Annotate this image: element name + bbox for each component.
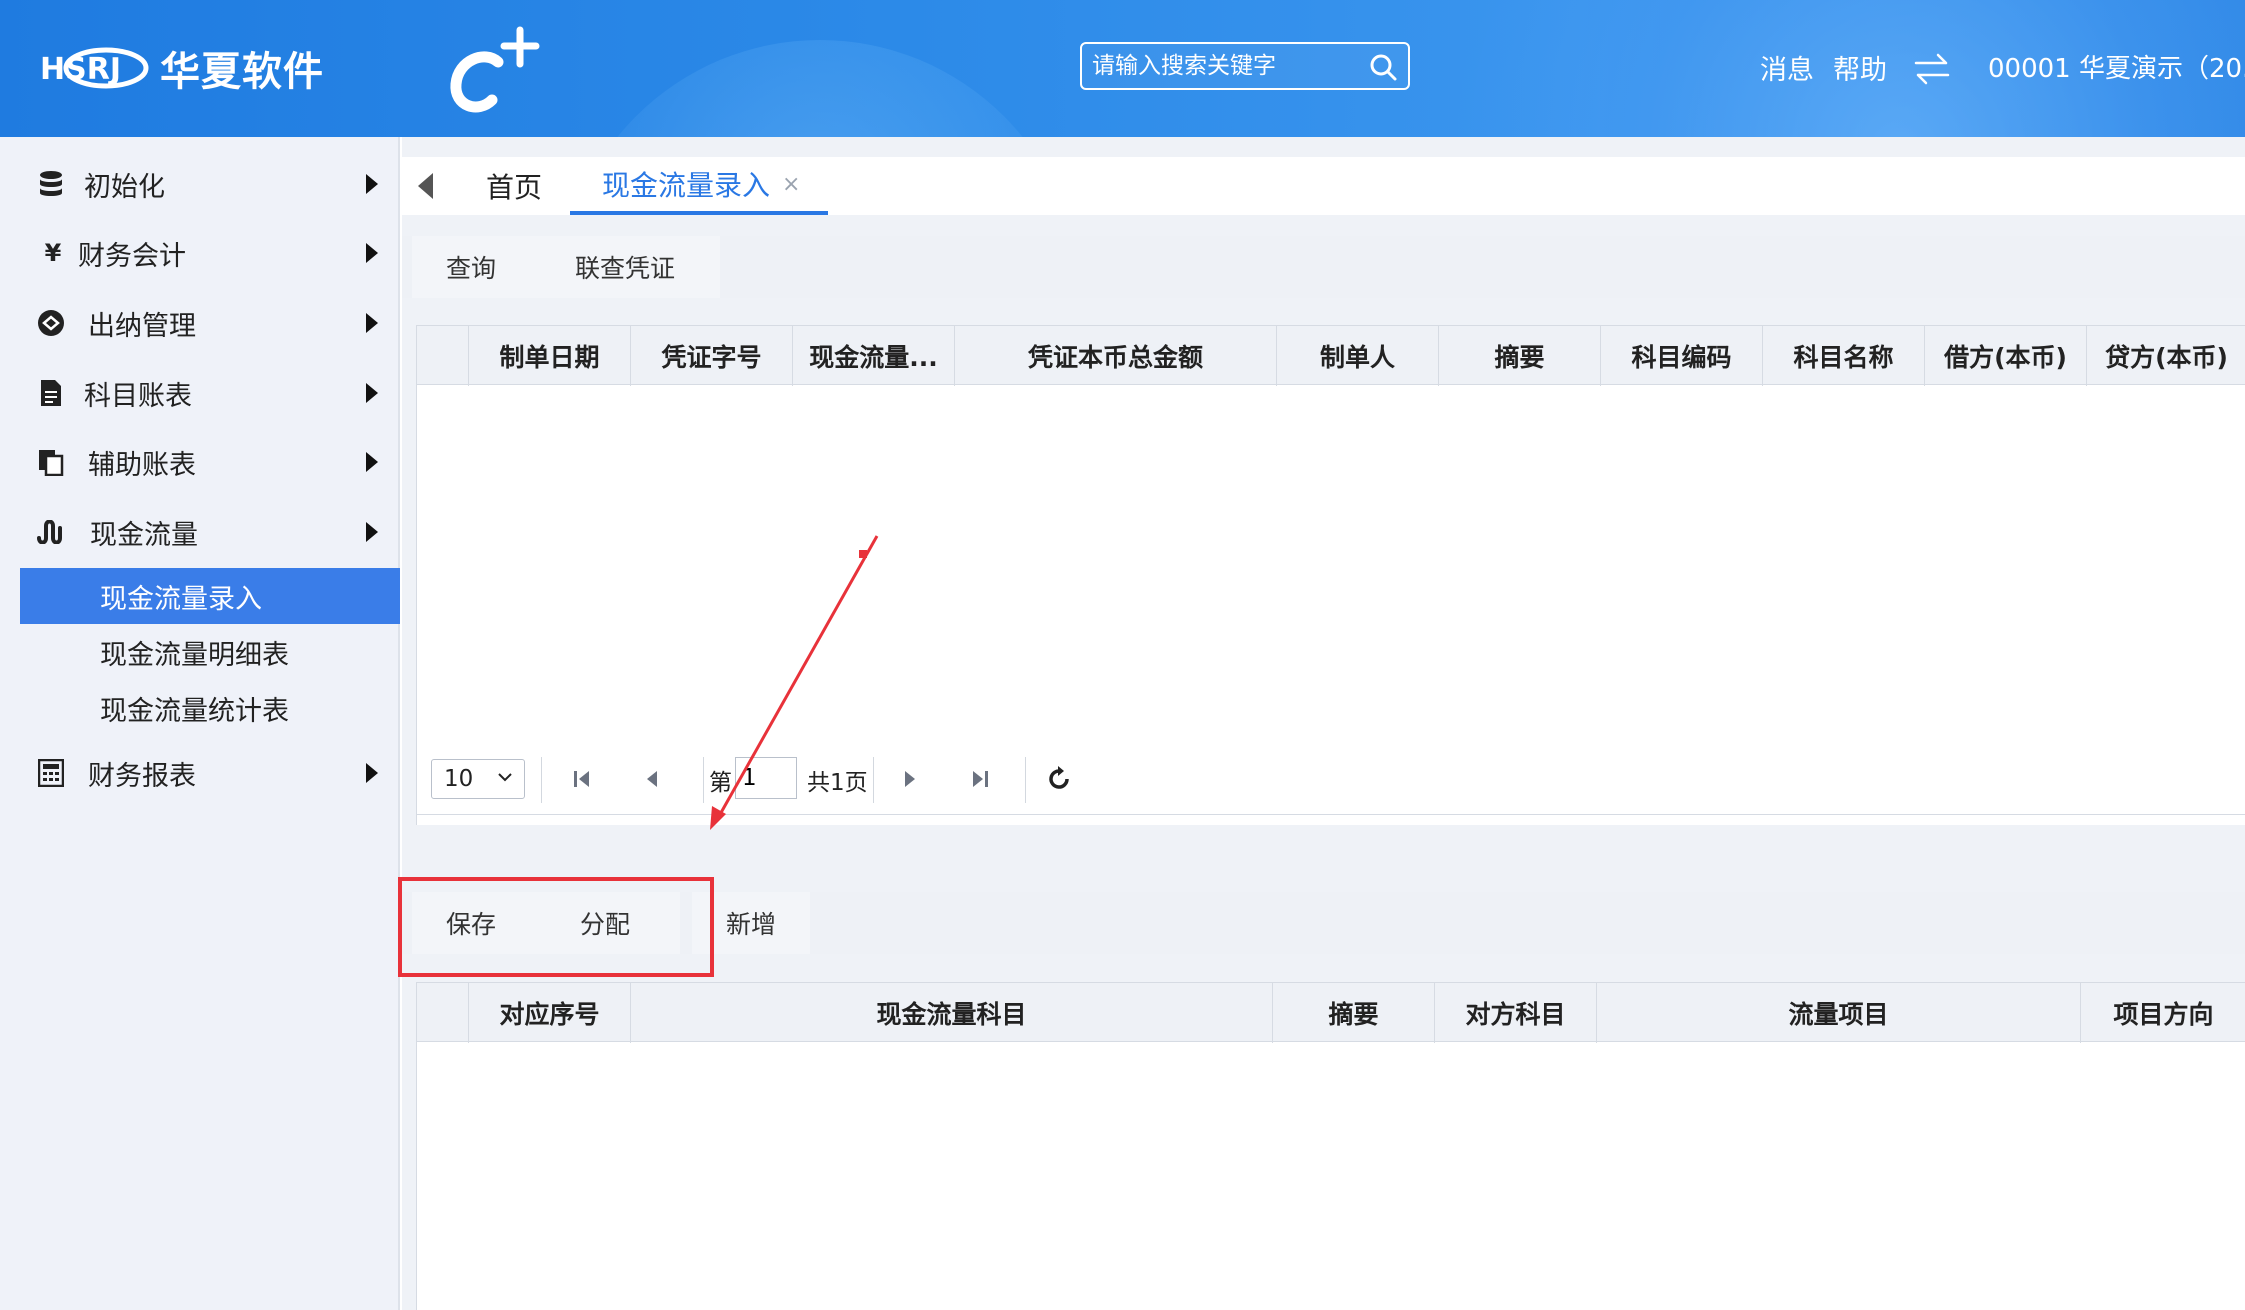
column-header[interactable]: 科目名称 <box>1763 326 1925 386</box>
column-header[interactable]: 制单人 <box>1277 326 1439 386</box>
column-header[interactable]: 凭证本币总金额 <box>955 326 1277 386</box>
top-header: HSRJ 华夏软件 消息 帮助 00001 华夏演示（20... <box>0 0 2245 137</box>
tab-scroll-left-icon[interactable] <box>418 173 433 199</box>
global-search[interactable] <box>1080 42 1410 90</box>
tab-home[interactable]: 首页 <box>486 157 542 215</box>
sidebar-item-label: 初始化 <box>84 171 165 203</box>
caret-right-icon <box>366 522 378 542</box>
column-header[interactable]: 摘要 <box>1439 326 1601 386</box>
pager-divider <box>703 757 704 803</box>
column-header[interactable]: 对应序号 <box>469 983 631 1043</box>
caret-right-icon <box>366 313 378 333</box>
page-size-select[interactable]: 10 <box>431 759 525 799</box>
column-header[interactable]: 对方科目 <box>1435 983 1597 1043</box>
tab-label: 现金流量录入 <box>602 169 771 202</box>
pager-divider <box>541 757 542 803</box>
sidebar-item-cash-flow[interactable]: 现金流量 <box>0 502 400 562</box>
messages-link[interactable]: 消息 <box>1760 48 1814 87</box>
linked-voucher-button[interactable]: 联查凭证 <box>530 236 720 298</box>
pagination-bar: 10 第 共1页 <box>417 745 2245 815</box>
sidebar-item-label: 出纳管理 <box>88 310 196 342</box>
caret-right-icon <box>366 383 378 403</box>
column-header[interactable]: 现金流量科目 <box>631 983 1273 1043</box>
first-page-icon[interactable] <box>567 763 597 795</box>
current-user[interactable]: 00001 华夏演示（20... <box>1988 48 2245 85</box>
header-glow-decoration <box>560 40 1080 137</box>
sidebar-subitem-label: 现金流量明细表 <box>100 639 289 671</box>
sidebar-nav: 初始化 ¥ 财务会计 出纳管理 科目账表 辅助账表 现金流量 现金流量录入 现金… <box>0 137 400 1310</box>
tab-label: 首页 <box>486 171 543 204</box>
annotation-highlight-box <box>398 877 714 977</box>
sidebar-subitem-cash-flow-detail[interactable]: 现金流量明细表 <box>20 624 400 680</box>
query-button[interactable]: 查询 <box>412 236 530 298</box>
next-page-icon[interactable] <box>895 763 925 795</box>
allocation-grid-header: 对应序号 现金流量科目 摘要 对方科目 流量项目 项目方向 <box>417 982 2245 1043</box>
main-content: 首页 现金流量录入 × 查询 联查凭证 制单日期 凭证字号 现金流量... 凭证… <box>402 137 2245 1310</box>
column-header[interactable]: 借方(本币) <box>1925 326 2087 386</box>
sidebar-item-label: 科目账表 <box>84 380 192 412</box>
sidebar-item-aux-ledger[interactable]: 辅助账表 <box>0 432 400 492</box>
previous-page-icon[interactable] <box>637 763 667 795</box>
yen-icon: ¥ <box>44 239 62 267</box>
pager-divider <box>1025 757 1026 803</box>
switch-account-icon[interactable] <box>1912 50 1952 88</box>
copy-document-icon <box>36 447 66 477</box>
search-icon[interactable] <box>1368 52 1398 82</box>
caret-right-icon <box>366 763 378 783</box>
logo-mark-text: HSRJ <box>40 52 121 87</box>
sidebar-subitem-cash-flow-entry[interactable]: 现金流量录入 <box>20 568 400 624</box>
column-header[interactable]: 现金流量... <box>793 326 955 386</box>
sidebar-subitem-cash-flow-summary[interactable]: 现金流量统计表 <box>20 680 400 736</box>
column-header[interactable]: 流量项目 <box>1597 983 2081 1043</box>
last-page-icon[interactable] <box>965 763 995 795</box>
sidebar-item-label: 财务会计 <box>78 240 186 272</box>
brand-name: 华夏软件 <box>160 49 324 95</box>
tab-cash-flow-entry[interactable]: 现金流量录入 × <box>570 157 829 215</box>
close-icon[interactable]: × <box>782 172 800 197</box>
tab-bar: 首页 现金流量录入 × <box>402 157 2245 215</box>
column-header[interactable]: 科目编码 <box>1601 326 1763 386</box>
grid-header-checkbox-column <box>417 326 469 386</box>
sidebar-item-account-ledger[interactable]: 科目账表 <box>0 363 400 423</box>
sidebar-subitem-label: 现金流量录入 <box>100 583 262 615</box>
column-header[interactable]: 贷方(本币) <box>2087 326 2245 386</box>
document-icon <box>36 378 66 408</box>
database-icon <box>36 169 66 199</box>
page-number-input[interactable] <box>735 757 797 799</box>
cashier-icon <box>36 308 66 338</box>
page-prefix-label: 第 <box>709 770 732 796</box>
search-input[interactable] <box>1092 48 1352 84</box>
sidebar-item-label: 辅助账表 <box>88 449 196 481</box>
sidebar-item-init[interactable]: 初始化 <box>0 154 400 214</box>
c-plus-logo-icon <box>450 26 540 113</box>
sidebar-item-label: 财务报表 <box>88 760 196 792</box>
grid-header-checkbox-column <box>417 983 469 1043</box>
column-header[interactable]: 摘要 <box>1273 983 1435 1043</box>
column-header[interactable]: 制单日期 <box>469 326 631 386</box>
sidebar-item-cashier[interactable]: 出纳管理 <box>0 293 400 353</box>
cash-flow-icon <box>36 517 66 547</box>
cash-flow-allocation-grid: 对应序号 现金流量科目 摘要 对方科目 流量项目 项目方向 <box>416 982 2245 1310</box>
sidebar-item-financial-reports[interactable]: 财务报表 <box>0 743 400 803</box>
caret-right-icon <box>366 243 378 263</box>
total-pages-label: 共1页 <box>807 770 868 796</box>
chevron-down-icon <box>498 773 512 782</box>
column-header[interactable]: 项目方向 <box>2081 983 2245 1043</box>
caret-right-icon <box>366 452 378 472</box>
hsrj-logo-icon: HSRJ <box>40 47 149 89</box>
pager-divider <box>873 757 874 803</box>
calculator-icon <box>36 758 66 788</box>
sidebar-item-accounting[interactable]: ¥ 财务会计 <box>0 223 400 283</box>
brand-logo[interactable]: HSRJ 华夏软件 <box>38 38 324 98</box>
sidebar-subitem-label: 现金流量统计表 <box>100 695 289 727</box>
column-header[interactable]: 凭证字号 <box>631 326 793 386</box>
page-size-value: 10 <box>444 766 474 792</box>
voucher-grid: 制单日期 凭证字号 现金流量... 凭证本币总金额 制单人 摘要 科目编码 科目… <box>416 325 2245 825</box>
voucher-grid-header: 制单日期 凭证字号 现金流量... 凭证本币总金额 制单人 摘要 科目编码 科目… <box>417 325 2245 386</box>
sidebar-item-label: 现金流量 <box>90 519 198 551</box>
refresh-icon[interactable] <box>1045 763 1075 795</box>
query-toolbar: 查询 联查凭证 <box>402 236 2245 298</box>
help-link[interactable]: 帮助 <box>1833 48 1887 87</box>
caret-right-icon <box>366 174 378 194</box>
